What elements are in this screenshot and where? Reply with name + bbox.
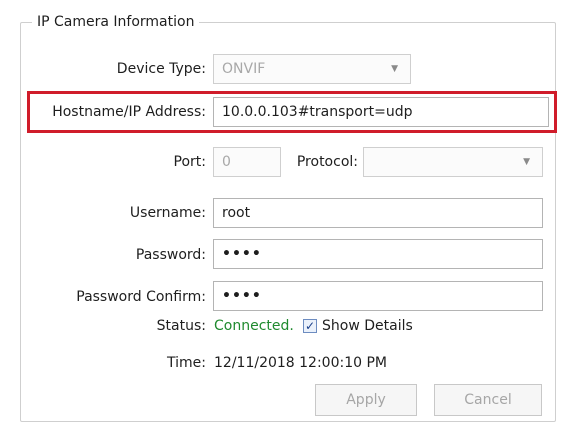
password-label: Password: xyxy=(135,247,206,263)
show-details-checkbox[interactable]: ✓ xyxy=(303,319,317,333)
time-value: 12/11/2018 12:00:10 PM xyxy=(214,355,387,371)
device-type-label: Device Type: xyxy=(116,61,206,77)
protocol-label: Protocol: xyxy=(296,154,358,170)
port-label: Port: xyxy=(173,154,206,170)
device-type-select[interactable]: ONVIF ▼ xyxy=(213,54,411,84)
password-confirm-label: Password Confirm: xyxy=(76,289,206,305)
password-input[interactable]: •••• xyxy=(213,239,543,269)
hostname-label: Hostname/IP Address: xyxy=(52,104,206,120)
port-input[interactable]: 0 xyxy=(213,147,281,177)
protocol-select[interactable]: ▼ xyxy=(363,147,543,177)
device-type-value: ONVIF xyxy=(222,61,266,77)
chevron-down-icon: ▼ xyxy=(523,157,530,167)
checkmark-icon: ✓ xyxy=(304,319,316,333)
apply-button[interactable]: Apply xyxy=(315,384,417,416)
show-details-label[interactable]: Show Details xyxy=(322,316,413,336)
cancel-button[interactable]: Cancel xyxy=(434,384,542,416)
status-value: Connected. xyxy=(214,318,294,334)
chevron-down-icon: ▼ xyxy=(391,64,398,74)
username-input[interactable]: root xyxy=(213,198,543,228)
hostname-input[interactable]: 10.0.0.103#transport=udp xyxy=(213,97,549,127)
time-label: Time: xyxy=(167,355,206,371)
password-confirm-input[interactable]: •••• xyxy=(213,281,543,311)
username-label: Username: xyxy=(129,205,206,221)
group-title: IP Camera Information xyxy=(32,12,200,32)
status-label: Status: xyxy=(156,318,206,334)
